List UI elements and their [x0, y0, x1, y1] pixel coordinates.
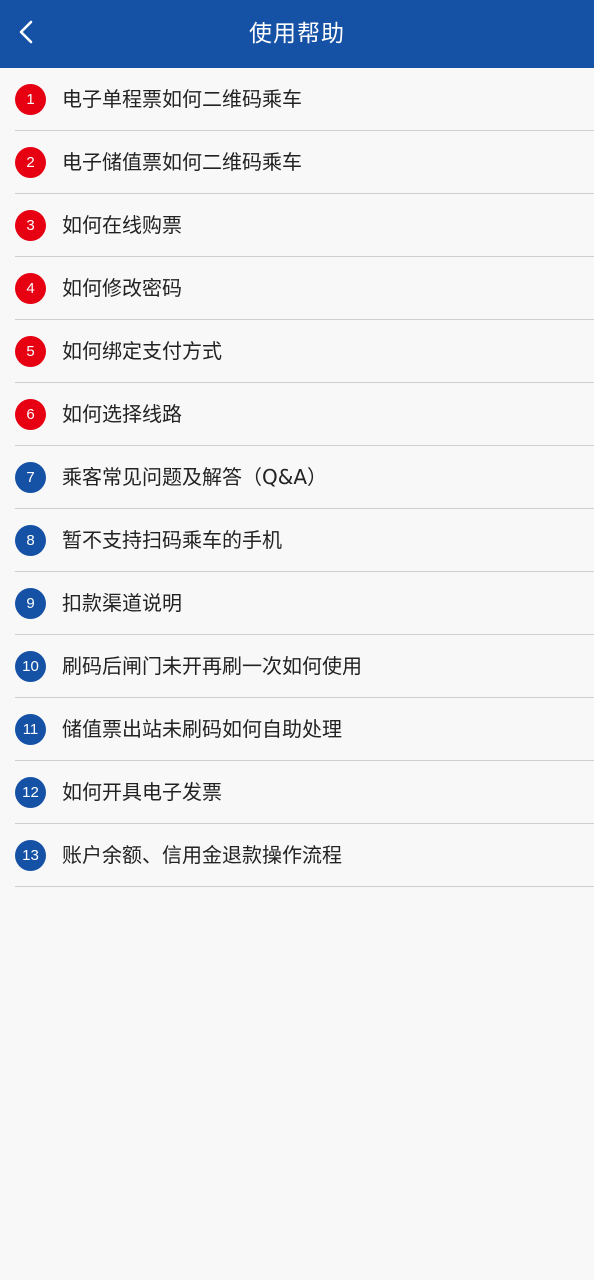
help-item-label: 储值票出站未刷码如何自助处理	[62, 717, 342, 741]
help-item[interactable]: 8 暂不支持扫码乘车的手机	[0, 509, 594, 572]
help-item-label: 乘客常见问题及解答（Q&A）	[62, 465, 328, 489]
page-title: 使用帮助	[249, 21, 345, 47]
help-item[interactable]: 6 如何选择线路	[0, 383, 594, 446]
help-item-label: 电子单程票如何二维码乘车	[62, 87, 302, 111]
help-item[interactable]: 4 如何修改密码	[0, 257, 594, 320]
help-item-label: 账户余额、信用金退款操作流程	[62, 843, 342, 867]
help-item[interactable]: 9 扣款渠道说明	[0, 572, 594, 635]
number-badge: 13	[15, 840, 46, 871]
number-badge: 7	[15, 462, 46, 493]
help-item-label: 如何绑定支付方式	[62, 339, 222, 363]
help-item[interactable]: 7 乘客常见问题及解答（Q&A）	[0, 446, 594, 509]
number-badge: 2	[15, 147, 46, 178]
help-item[interactable]: 10 刷码后闸门未开再刷一次如何使用	[0, 635, 594, 698]
help-item-label: 如何选择线路	[62, 402, 182, 426]
number-badge: 6	[15, 399, 46, 430]
help-item[interactable]: 2 电子储值票如何二维码乘车	[0, 131, 594, 194]
number-badge: 8	[15, 525, 46, 556]
help-item-label: 暂不支持扫码乘车的手机	[62, 528, 282, 552]
number-badge: 3	[15, 210, 46, 241]
number-badge: 4	[15, 273, 46, 304]
number-badge: 10	[15, 651, 46, 682]
number-badge: 5	[15, 336, 46, 367]
help-list: 1 电子单程票如何二维码乘车 2 电子储值票如何二维码乘车 3 如何在线购票 4…	[0, 68, 594, 887]
number-badge: 1	[15, 84, 46, 115]
app-header: 使用帮助	[0, 0, 594, 68]
help-item[interactable]: 12 如何开具电子发票	[0, 761, 594, 824]
number-badge: 11	[15, 714, 46, 745]
help-item[interactable]: 11 储值票出站未刷码如何自助处理	[0, 698, 594, 761]
number-badge: 9	[15, 588, 46, 619]
help-item[interactable]: 3 如何在线购票	[0, 194, 594, 257]
help-item-label: 如何修改密码	[62, 276, 182, 300]
help-item-label: 如何在线购票	[62, 213, 182, 237]
help-item[interactable]: 1 电子单程票如何二维码乘车	[0, 68, 594, 131]
help-item[interactable]: 13 账户余额、信用金退款操作流程	[0, 824, 594, 887]
help-item-label: 扣款渠道说明	[62, 591, 182, 615]
help-item-label: 如何开具电子发票	[62, 780, 222, 804]
number-badge: 12	[15, 777, 46, 808]
help-item-label: 电子储值票如何二维码乘车	[62, 150, 302, 174]
help-item-label: 刷码后闸门未开再刷一次如何使用	[62, 654, 362, 678]
help-item[interactable]: 5 如何绑定支付方式	[0, 320, 594, 383]
